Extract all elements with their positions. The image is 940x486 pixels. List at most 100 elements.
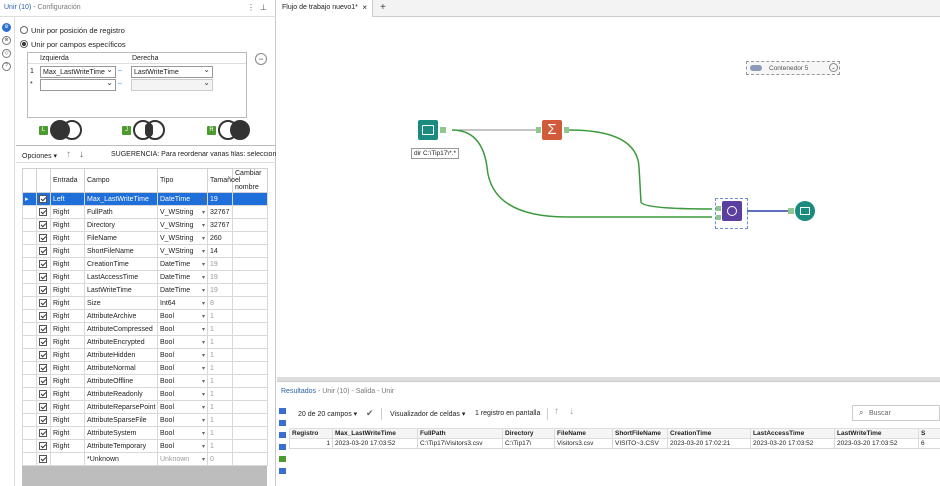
result-cell[interactable]: 2023-03-20 17:02:21 xyxy=(667,438,751,449)
col-tipo[interactable]: Tipo xyxy=(157,168,208,193)
result-cell[interactable]: Visitors3.csv xyxy=(554,438,613,449)
cell-campo[interactable]: AttributeReparsePoint xyxy=(84,400,158,414)
input-tool[interactable] xyxy=(418,120,438,140)
table-row[interactable]: Right LastWriteTime DateTime ▾ 19 xyxy=(22,283,268,297)
cell-campo[interactable]: Size xyxy=(84,296,158,310)
cell-campo[interactable]: AttributeOffline xyxy=(84,374,158,388)
cell-campo[interactable]: AttributeSystem xyxy=(84,426,158,440)
tag-icon[interactable]: ◇ xyxy=(2,49,11,58)
cell-rename[interactable] xyxy=(232,283,268,297)
select-checkbox[interactable] xyxy=(36,348,51,362)
list-icon[interactable] xyxy=(279,420,286,426)
cell-tipo[interactable]: Bool ▾ xyxy=(157,309,208,323)
table-row[interactable]: Right AttributeHidden Bool ▾ 1 xyxy=(22,348,268,362)
result-cell[interactable]: 1 xyxy=(289,438,333,449)
table-row[interactable]: Right AttributeEncrypted Bool ▾ 1 xyxy=(22,335,268,349)
select-checkbox[interactable] xyxy=(36,218,51,232)
select-checkbox[interactable] xyxy=(36,452,51,466)
select-checkbox[interactable] xyxy=(36,374,51,388)
cell-campo[interactable]: ShortFileName xyxy=(84,244,158,258)
cell-tamano[interactable]: 14 xyxy=(207,244,233,258)
select-checkbox[interactable] xyxy=(36,400,51,414)
cell-tamano[interactable]: 32767 xyxy=(207,218,233,232)
cell-tipo[interactable]: V_WString ▾ xyxy=(157,244,208,258)
table-row[interactable]: Right ShortFileName V_WString ▾ 14 xyxy=(22,244,268,258)
result-cell[interactable]: 2023-03-20 17:03:52 xyxy=(750,438,835,449)
cell-tamano[interactable]: 32767 xyxy=(207,205,233,219)
col-entrada[interactable]: Entrada xyxy=(50,168,85,193)
cell-campo[interactable]: FullPath xyxy=(84,205,158,219)
cell-tamano[interactable]: 1 xyxy=(207,400,233,414)
cell-tipo[interactable]: Bool ▾ xyxy=(157,335,208,349)
cell-rename[interactable] xyxy=(232,361,268,375)
table-row[interactable]: Right Directory V_WString ▾ 32767 xyxy=(22,218,268,232)
remove-row-icon[interactable]: − xyxy=(255,53,267,65)
cell-tamano[interactable]: 8 xyxy=(207,296,233,310)
cell-rename[interactable] xyxy=(232,400,268,414)
cell-tamano[interactable]: 1 xyxy=(207,322,233,336)
col-rename[interactable]: Cambiar el nombre xyxy=(232,168,268,193)
cell-campo[interactable]: AttributeSparseFile xyxy=(84,413,158,427)
radio-join-position[interactable] xyxy=(20,26,28,34)
cell-tipo[interactable]: Bool ▾ xyxy=(157,348,208,362)
venn-right-icon[interactable] xyxy=(218,120,250,140)
result-col-header[interactable]: Directory xyxy=(502,428,555,439)
cell-tamano[interactable]: 1 xyxy=(207,348,233,362)
cell-rename[interactable] xyxy=(232,426,268,440)
select-checkbox[interactable] xyxy=(36,335,51,349)
cell-tipo[interactable]: Bool ▾ xyxy=(157,387,208,401)
cell-campo[interactable]: CreationTime xyxy=(84,257,158,271)
fields-count-dropdown[interactable]: 20 de 20 campos ▾ xyxy=(298,410,357,418)
help-icon[interactable]: ? xyxy=(2,62,11,71)
select-checkbox[interactable] xyxy=(36,361,51,375)
cell-tipo[interactable]: DateTime ▾ xyxy=(157,192,208,206)
search-input[interactable]: Buscar xyxy=(869,410,891,417)
pin-icon[interactable]: ⊥ xyxy=(260,3,267,12)
table-row[interactable]: Right AttributeTemporary Bool ▾ 1 xyxy=(22,439,268,453)
select-checkbox[interactable] xyxy=(36,244,51,258)
cell-campo[interactable]: LastAccessTime xyxy=(84,270,158,284)
table-row[interactable]: Right FullPath V_WString ▾ 32767 xyxy=(22,205,268,219)
cell-campo[interactable]: AttributeTemporary xyxy=(84,439,158,453)
tab-workflow[interactable]: Flujo de trabajo nuevo1* × xyxy=(277,0,373,17)
result-cell[interactable]: 2023-03-20 17:03:52 xyxy=(332,438,418,449)
cell-rename[interactable] xyxy=(232,374,268,388)
result-col-header[interactable]: FileName xyxy=(554,428,613,439)
gear-icon[interactable]: ⚙ xyxy=(2,23,11,32)
cell-campo[interactable]: AttributeCompressed xyxy=(84,322,158,336)
summarize-tool[interactable]: Σ xyxy=(542,120,562,140)
table-row[interactable]: *Unknown Unknown ▾ 0 xyxy=(22,452,268,466)
cell-tipo[interactable]: Bool ▾ xyxy=(157,413,208,427)
cell-tamano[interactable]: 19 xyxy=(207,192,233,206)
cell-campo[interactable]: *Unknown xyxy=(84,452,158,466)
arrow-down-icon[interactable]: ↓ xyxy=(569,406,574,417)
result-cell[interactable]: VISITO~3.CSV xyxy=(612,438,668,449)
table-row[interactable]: Right LastAccessTime DateTime ▾ 19 xyxy=(22,270,268,284)
table-row[interactable]: Right AttributeReadonly Bool ▾ 1 xyxy=(22,387,268,401)
select-checkbox[interactable] xyxy=(36,192,51,206)
cell-rename[interactable] xyxy=(232,322,268,336)
result-cell[interactable]: 6 xyxy=(918,438,940,449)
cell-rename[interactable] xyxy=(232,192,268,206)
cell-campo[interactable]: Max_LastWriteTime xyxy=(84,192,158,206)
cell-tipo[interactable]: Unknown ▾ xyxy=(157,452,208,466)
left-field-select[interactable]: Max_LastWriteTime xyxy=(40,65,116,78)
workflow-canvas[interactable]: dir C:\Tip17\*.* Σ Contenedor 5 ⌄ xyxy=(277,17,940,377)
select-checkbox[interactable] xyxy=(36,426,51,440)
select-checkbox[interactable] xyxy=(36,309,51,323)
cell-rename[interactable] xyxy=(232,218,268,232)
venn-join-icon[interactable] xyxy=(133,120,165,140)
result-cell[interactable]: 2023-03-20 17:03:52 xyxy=(834,438,919,449)
cell-campo[interactable]: FileName xyxy=(84,231,158,245)
select-checkbox[interactable] xyxy=(36,270,51,284)
cell-rename[interactable] xyxy=(232,296,268,310)
cell-campo[interactable]: AttributeReadonly xyxy=(84,387,158,401)
cell-tamano[interactable]: 19 xyxy=(207,283,233,297)
browse-tool[interactable] xyxy=(795,201,815,221)
cell-rename[interactable] xyxy=(232,270,268,284)
left-field-select-empty[interactable] xyxy=(40,78,116,91)
container-box[interactable]: Contenedor 5 ⌄ xyxy=(746,61,840,75)
cell-tamano[interactable]: 1 xyxy=(207,439,233,453)
select-checkbox[interactable] xyxy=(36,296,51,310)
right-field-select[interactable]: LastWriteTime xyxy=(131,65,213,78)
